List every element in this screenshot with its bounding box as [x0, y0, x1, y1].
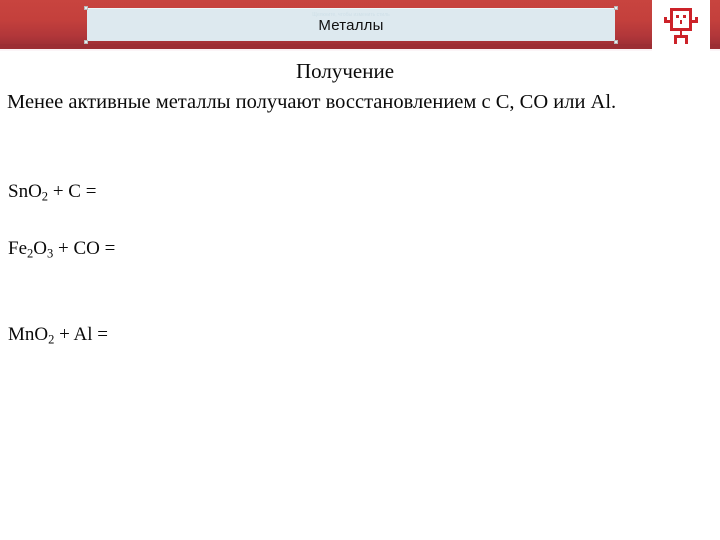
resize-handle-top-right[interactable]: [614, 6, 618, 10]
logo-tile: [652, 0, 710, 51]
equation-2-tail: + CO =: [53, 238, 116, 259]
equation-1: SnO2 + C =: [8, 181, 97, 203]
red-robot-logo-icon: [664, 7, 698, 44]
resize-handle-top-left[interactable]: [84, 6, 88, 10]
equation-2-mid: O: [33, 238, 47, 259]
title-placeholder[interactable]: Щелкните, чтобы изменить стиль Металлы: [84, 6, 618, 44]
resize-handle-bottom-right[interactable]: [614, 40, 618, 44]
slide-canvas: Щелкните, чтобы изменить стиль Металлы П…: [0, 0, 720, 540]
equation-1-lead: SnO: [8, 181, 42, 202]
equation-3: MnO2 + Al =: [8, 324, 109, 346]
slide-title: Металлы: [318, 16, 384, 34]
section-heading: Получение: [295, 59, 395, 83]
equation-3-tail: + Al =: [54, 324, 109, 345]
resize-handle-bottom-left[interactable]: [84, 40, 88, 44]
slide-content: Получение Менее активные металлы получаю…: [0, 51, 720, 540]
equation-2-lead: Fe: [8, 238, 27, 259]
equation-2: Fe2O3 + CO =: [8, 238, 116, 260]
equation-3-lead: MnO: [8, 324, 49, 345]
body-paragraph: Менее активные металлы получают восстано…: [7, 91, 617, 113]
equation-1-tail: + C =: [48, 181, 97, 202]
